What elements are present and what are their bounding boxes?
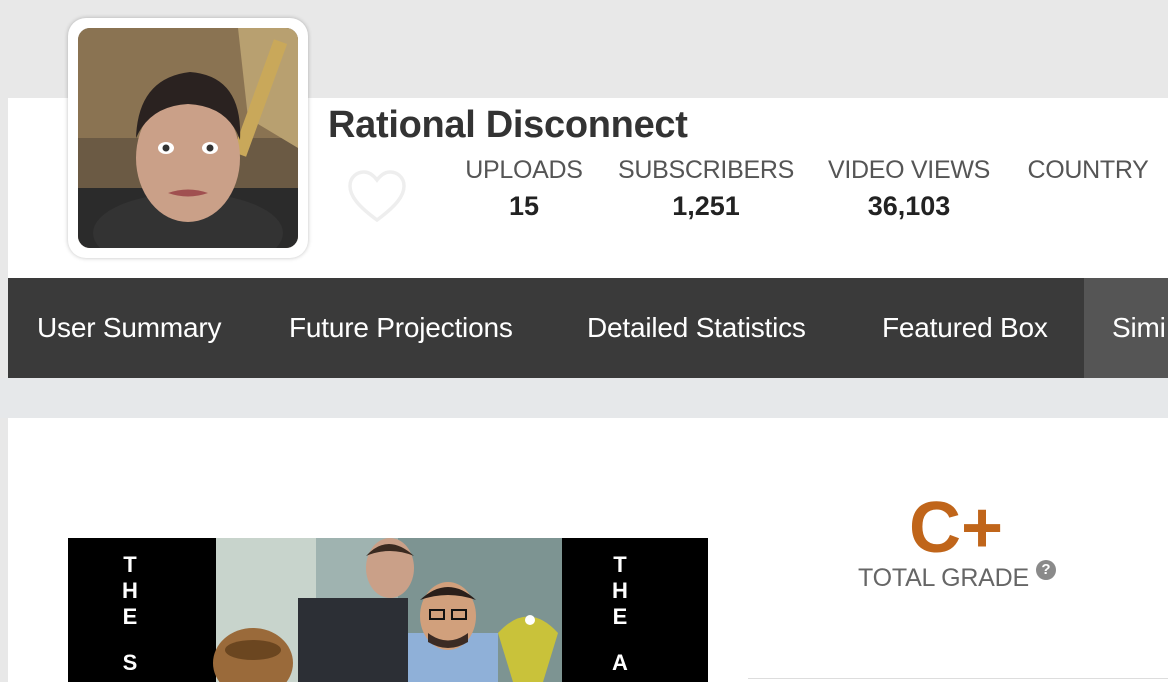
tab-similar[interactable]: Simi — [1084, 278, 1168, 378]
stat-value: 1,251 — [672, 191, 740, 221]
stat-uploads: UPLOADS 15 — [464, 156, 584, 222]
video-thumbnail[interactable]: T H E S T H E A — [68, 538, 708, 682]
grade-value: C+ — [908, 488, 1004, 568]
section-gap — [0, 378, 1168, 418]
stat-label: COUNTRY — [1027, 156, 1149, 184]
stat-label: SUBSCRIBERS — [618, 156, 794, 184]
stat-value: 15 — [508, 191, 540, 221]
heart-icon[interactable] — [346, 168, 408, 226]
tab-detailed-statistics[interactable]: Detailed Statistics — [587, 278, 806, 378]
tab-future-projections[interactable]: Future Projections — [289, 278, 513, 378]
tab-user-summary[interactable]: User Summary — [37, 278, 221, 378]
banner-letter: T — [123, 552, 137, 577]
banner-letter: S — [122, 650, 138, 675]
banner-letter: H — [122, 578, 138, 603]
tab-featured-box[interactable]: Featured Box — [882, 278, 1048, 378]
stat-label: UPLOADS — [465, 156, 583, 184]
banner-letter: T — [613, 552, 627, 577]
avatar-photo — [78, 28, 298, 248]
banner-letter: E — [612, 604, 628, 629]
banner-letter: H — [612, 578, 628, 603]
total-grade: C+ TOTAL GRADE ? — [858, 492, 1058, 592]
stat-label: VIDEO VIEWS — [827, 156, 990, 184]
right-banner-text: T H E A — [610, 552, 630, 676]
stat-subscribers: SUBSCRIBERS 1,251 — [618, 156, 794, 222]
left-banner-text: T H E S — [120, 552, 140, 676]
question-circle-icon[interactable]: ? — [1036, 560, 1056, 580]
divider — [748, 678, 1168, 679]
channel-name: Rational Disconnect — [328, 104, 688, 146]
channel-avatar[interactable] — [68, 18, 308, 258]
grade-label: TOTAL GRADE — [858, 564, 1029, 592]
stat-video-views: VIDEO VIEWS 36,103 — [826, 156, 992, 222]
stat-value: 36,103 — [867, 191, 951, 221]
profile-nav: User Summary Future Projections Detailed… — [8, 278, 1168, 378]
banner-letter: E — [122, 604, 138, 629]
stat-country: COUNTRY — [1026, 156, 1150, 191]
banner-letter: A — [612, 650, 628, 675]
